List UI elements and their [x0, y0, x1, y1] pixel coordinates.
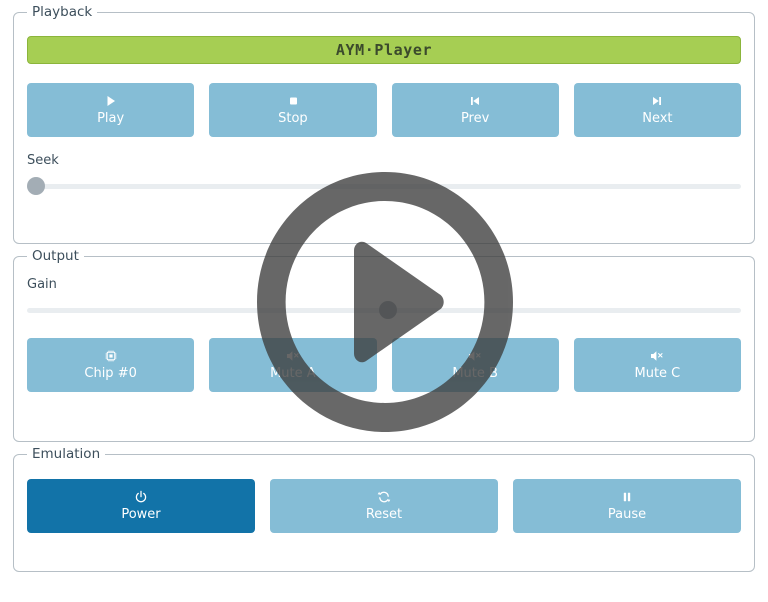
- mute-c-button-label: Mute C: [634, 366, 681, 381]
- emulation-legend: Emulation: [27, 447, 106, 462]
- title-banner: AYM·Player: [27, 36, 741, 64]
- seek-slider-track[interactable]: [27, 184, 741, 189]
- chip-select-button[interactable]: Chip #0: [27, 338, 195, 392]
- mute-a-button[interactable]: Mute A: [209, 338, 377, 392]
- seek-label: Seek: [27, 153, 59, 168]
- stop-icon: [286, 94, 300, 108]
- play-icon: [104, 94, 118, 108]
- app-root: Playback AYM·Player Play Stop Prev Next …: [0, 0, 768, 602]
- seek-slider-handle[interactable]: [27, 177, 45, 195]
- output-group: Output Gain Chip #0 Mute A Mute B Mute C: [13, 249, 755, 442]
- prev-button[interactable]: Prev: [391, 83, 559, 137]
- speaker-mute-icon: [467, 349, 483, 363]
- mute-a-button-label: Mute A: [270, 366, 316, 381]
- gain-slider-handle[interactable]: [379, 301, 397, 319]
- emulation-button-row: Power Reset Pause: [27, 479, 741, 533]
- gain-slider-block: Gain: [27, 277, 741, 319]
- play-button-label: Play: [97, 111, 125, 126]
- stop-button[interactable]: Stop: [209, 83, 377, 137]
- playback-legend: Playback: [27, 5, 98, 20]
- skip-back-icon: [468, 94, 482, 108]
- playback-group: Playback AYM·Player Play Stop Prev Next …: [13, 5, 755, 244]
- gain-label: Gain: [27, 277, 57, 292]
- next-button[interactable]: Next: [573, 83, 741, 137]
- gain-slider[interactable]: [27, 301, 741, 319]
- microchip-icon: [104, 349, 118, 363]
- speaker-mute-icon: [285, 349, 301, 363]
- refresh-icon: [377, 490, 391, 504]
- next-button-label: Next: [642, 111, 673, 126]
- pause-button[interactable]: Pause: [513, 479, 741, 533]
- chip-select-button-label: Chip #0: [84, 366, 137, 381]
- playback-button-row: Play Stop Prev Next: [27, 83, 741, 137]
- mute-c-button[interactable]: Mute C: [573, 338, 741, 392]
- seek-slider[interactable]: [27, 177, 741, 195]
- pause-icon: [620, 490, 634, 504]
- mute-b-button[interactable]: Mute B: [391, 338, 559, 392]
- reset-button[interactable]: Reset: [270, 479, 498, 533]
- power-button[interactable]: Power: [27, 479, 255, 533]
- output-button-row: Chip #0 Mute A Mute B Mute C: [27, 338, 741, 392]
- seek-slider-block: Seek: [27, 153, 741, 195]
- title-banner-label: AYM·Player: [335, 41, 433, 59]
- pause-button-label: Pause: [607, 507, 647, 522]
- power-button-label: Power: [121, 507, 161, 522]
- output-legend: Output: [27, 249, 84, 264]
- skip-forward-icon: [650, 94, 664, 108]
- speaker-mute-icon: [649, 349, 665, 363]
- power-icon: [134, 490, 148, 504]
- stop-button-label: Stop: [278, 111, 308, 126]
- mute-b-button-label: Mute B: [452, 366, 498, 381]
- emulation-group: Emulation Power Reset Pause: [13, 447, 755, 572]
- prev-button-label: Prev: [460, 111, 490, 126]
- play-button[interactable]: Play: [27, 83, 195, 137]
- reset-button-label: Reset: [365, 507, 403, 522]
